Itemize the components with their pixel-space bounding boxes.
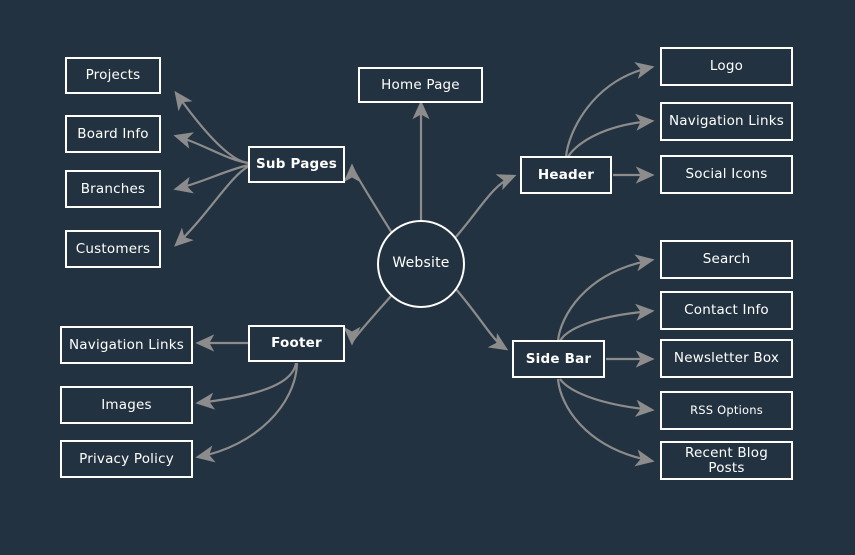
node-label: Board Info bbox=[77, 125, 149, 142]
node-label: Website bbox=[392, 255, 450, 272]
node-label: Branches bbox=[80, 180, 146, 197]
edge-sub-pages-branches bbox=[173, 163, 250, 194]
node-label: Header bbox=[537, 166, 595, 183]
node-footer-navigation-links[interactable]: Navigation Links bbox=[60, 326, 193, 364]
edge-website-header bbox=[454, 174, 517, 239]
node-label: Search bbox=[702, 251, 751, 268]
edge-sub-pages-projects bbox=[174, 90, 250, 165]
edge-website-footer bbox=[343, 294, 393, 346]
node-logo[interactable]: Logo bbox=[660, 47, 793, 86]
node-label: Side Bar bbox=[525, 350, 592, 367]
node-website-root[interactable]: Website bbox=[377, 220, 465, 308]
node-label: Navigation Links bbox=[69, 336, 184, 353]
mindmap-canvas: Website Home Page Sub Pages Header Foote… bbox=[0, 0, 855, 555]
node-recent-blog-posts[interactable]: Recent Blog Posts bbox=[660, 441, 793, 480]
node-side-bar[interactable]: Side Bar bbox=[512, 340, 605, 378]
node-newsletter-box[interactable]: Newsletter Box bbox=[660, 339, 793, 378]
node-search[interactable]: Search bbox=[660, 240, 793, 279]
node-label: Recent Blog Posts bbox=[685, 444, 768, 476]
edge-footer-privacy-policy bbox=[195, 362, 299, 463]
node-header[interactable]: Header bbox=[520, 156, 612, 194]
node-label: Privacy Policy bbox=[79, 450, 174, 467]
edge-website-side-bar bbox=[454, 287, 509, 351]
node-label: Images bbox=[101, 396, 152, 413]
node-header-navigation-links[interactable]: Navigation Links bbox=[660, 102, 793, 141]
edge-header-logo bbox=[564, 62, 655, 158]
node-label: Footer bbox=[271, 335, 322, 352]
node-privacy-policy[interactable]: Privacy Policy bbox=[60, 440, 193, 478]
edge-sub-pages-board-info bbox=[173, 132, 250, 165]
node-customers[interactable]: Customers bbox=[65, 230, 161, 268]
edge-header-navigation-links bbox=[567, 113, 655, 158]
node-home-page[interactable]: Home Page bbox=[358, 67, 483, 103]
node-images[interactable]: Images bbox=[60, 386, 193, 424]
edge-side-bar-search bbox=[556, 254, 655, 342]
node-label: Newsletter Box bbox=[673, 350, 780, 367]
node-label: Logo bbox=[709, 58, 744, 75]
edge-footer-images bbox=[195, 362, 298, 410]
node-label: Contact Info bbox=[684, 302, 769, 319]
node-label: Home Page bbox=[381, 76, 460, 93]
edge-side-bar-rss-options bbox=[559, 378, 655, 417]
edge-website-sub-pages bbox=[343, 163, 393, 234]
node-rss-options[interactable]: RSS Options bbox=[660, 391, 793, 430]
edge-side-bar-contact-info bbox=[559, 303, 655, 342]
node-social-icons[interactable]: Social Icons bbox=[660, 155, 793, 194]
node-label: Projects bbox=[85, 67, 141, 84]
node-contact-info[interactable]: Contact Info bbox=[660, 291, 793, 330]
node-footer[interactable]: Footer bbox=[248, 325, 345, 362]
node-sub-pages[interactable]: Sub Pages bbox=[248, 146, 345, 183]
node-label: Customers bbox=[75, 240, 151, 257]
node-label: RSS Options bbox=[690, 403, 763, 418]
node-projects[interactable]: Projects bbox=[65, 57, 161, 94]
node-label: Social Icons bbox=[685, 166, 768, 183]
node-branches[interactable]: Branches bbox=[65, 170, 161, 208]
node-label: Navigation Links bbox=[669, 113, 784, 130]
node-board-info[interactable]: Board Info bbox=[65, 115, 161, 153]
edge-side-bar-recent-blog-posts bbox=[556, 378, 655, 467]
edge-sub-pages-customers bbox=[174, 165, 250, 247]
node-label: Sub Pages bbox=[256, 156, 337, 173]
